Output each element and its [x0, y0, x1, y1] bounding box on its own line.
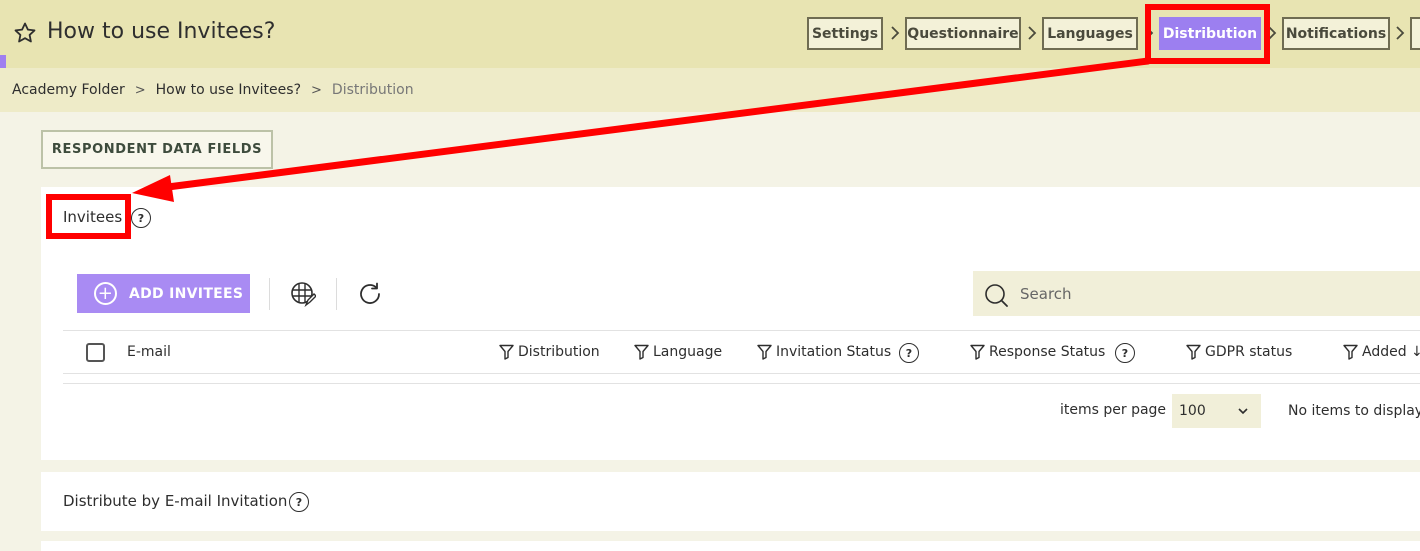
- search-input[interactable]: [1020, 281, 1400, 307]
- help-icon[interactable]: ?: [899, 343, 919, 363]
- page-title: How to use Invitees?: [47, 19, 276, 44]
- breadcrumb: Academy Folder > How to use Invitees? > …: [12, 82, 414, 98]
- chevron-right-icon: [1396, 26, 1405, 40]
- filter-icon: [970, 344, 985, 360]
- no-items-text: No items to display: [1288, 403, 1420, 419]
- filter-icon: [757, 344, 772, 360]
- next-card-partial: [41, 541, 1420, 551]
- column-response-status[interactable]: Response Status: [970, 344, 1105, 360]
- step-distribution[interactable]: Distribution: [1159, 17, 1261, 50]
- toolbar-divider: [336, 278, 337, 310]
- column-distribution[interactable]: Distribution: [499, 344, 600, 360]
- column-label: Invitation Status: [776, 344, 892, 360]
- column-gdpr-status[interactable]: GDPR status: [1186, 344, 1292, 360]
- items-per-page-label: items per page: [1060, 402, 1167, 418]
- breadcrumb-bar: Academy Folder > How to use Invitees? > …: [0, 68, 1420, 112]
- filter-icon: [1343, 344, 1358, 360]
- step-settings[interactable]: Settings: [807, 17, 883, 50]
- respondent-data-fields-button[interactable]: RESPONDENT DATA FIELDS: [41, 130, 273, 169]
- table-bottom-border: [63, 383, 1420, 384]
- column-label: Language: [653, 344, 723, 360]
- column-invitation-status[interactable]: Invitation Status: [757, 344, 891, 360]
- breadcrumb-item-survey[interactable]: How to use Invitees?: [156, 82, 301, 98]
- breadcrumb-item-current: Distribution: [331, 82, 414, 98]
- search-icon: [985, 284, 1008, 307]
- step-languages[interactable]: Languages: [1042, 17, 1138, 50]
- table-header-border: [63, 373, 1420, 374]
- help-icon[interactable]: ?: [131, 208, 151, 228]
- refresh-icon[interactable]: [358, 282, 384, 308]
- chevron-right-icon: >: [311, 82, 322, 98]
- search-box: [973, 271, 1420, 316]
- email-invitation-title[interactable]: Distribute by E-mail Invitation: [63, 492, 287, 510]
- add-invitees-button[interactable]: + ADD INVITEES: [77, 274, 250, 313]
- step-questionnaire[interactable]: Questionnaire: [905, 17, 1021, 50]
- star-icon[interactable]: [13, 21, 37, 45]
- chevron-right-icon: [1145, 26, 1154, 40]
- items-per-page-value: 100: [1179, 403, 1206, 419]
- filter-icon: [1186, 344, 1201, 360]
- chevron-right-icon: [1268, 26, 1277, 40]
- column-label: Response Status: [989, 344, 1106, 360]
- top-bar: How to use Invitees? Settings Questionna…: [0, 0, 1420, 68]
- chevron-down-icon: [1238, 408, 1248, 415]
- help-icon[interactable]: ?: [289, 492, 309, 512]
- table-top-border: [63, 330, 1420, 331]
- chevron-right-icon: >: [134, 82, 146, 98]
- items-per-page-select[interactable]: 100: [1172, 394, 1261, 428]
- chevron-right-icon: [1028, 26, 1037, 40]
- filter-icon: [634, 344, 649, 360]
- column-added[interactable]: Added ↓: [1343, 344, 1420, 360]
- column-language[interactable]: Language: [634, 344, 722, 360]
- step-next-partial[interactable]: [1410, 17, 1420, 50]
- add-invitees-label: ADD INVITEES: [129, 285, 244, 302]
- chevron-right-icon: [891, 26, 900, 40]
- table-edit-icon[interactable]: [290, 281, 316, 307]
- filter-icon: [499, 344, 514, 360]
- toolbar-divider: [269, 278, 270, 310]
- column-label: Added ↓: [1362, 344, 1420, 360]
- select-all-checkbox[interactable]: [86, 343, 105, 362]
- breadcrumb-item-folder[interactable]: Academy Folder: [12, 82, 125, 98]
- step-notifications[interactable]: Notifications: [1282, 17, 1390, 50]
- column-label: GDPR status: [1205, 344, 1293, 360]
- plus-circle-icon: +: [94, 282, 117, 305]
- column-email[interactable]: E-mail: [127, 344, 171, 360]
- column-label: Distribution: [518, 344, 600, 360]
- invitees-title: Invitees: [63, 208, 123, 226]
- help-icon[interactable]: ?: [1115, 343, 1135, 363]
